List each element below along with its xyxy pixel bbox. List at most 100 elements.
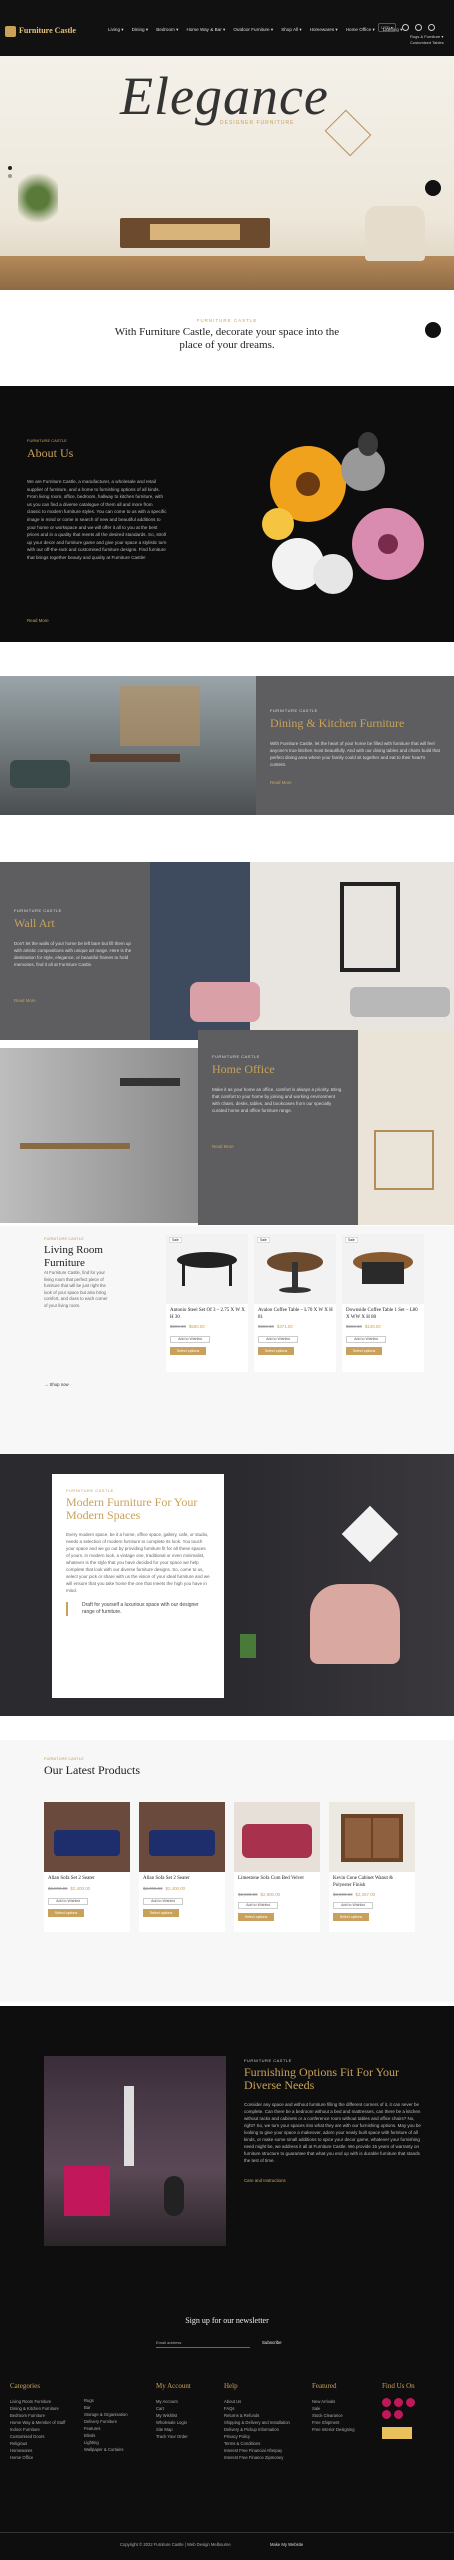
footer-link[interactable]: Rugs xyxy=(84,2397,154,2404)
select-options-button[interactable]: Select options xyxy=(143,1909,179,1917)
chat-icon[interactable] xyxy=(425,180,441,196)
product-card[interactable]: Sale Avalon Coffee Table – L70 X W X H 8… xyxy=(254,1234,336,1372)
footer-link[interactable]: Home Office xyxy=(10,2454,80,2461)
slider-dot[interactable] xyxy=(8,166,12,170)
product-image[interactable] xyxy=(342,1234,424,1304)
wishlist-button[interactable]: Add to Wishlist xyxy=(170,1336,210,1343)
footer-link[interactable]: Free Interior Designing xyxy=(312,2426,382,2433)
footer-link[interactable]: Lighting xyxy=(84,2439,154,2446)
footer-link[interactable]: Interest Free Financial Afterpay xyxy=(224,2447,300,2454)
nav-item-bedroom[interactable]: Bedroom ▾ xyxy=(156,27,178,33)
living-shop-link[interactable]: → Shop now xyxy=(44,1382,69,1387)
footer-link[interactable]: New Arrivals xyxy=(312,2398,382,2405)
footer-link[interactable]: Indoor Furniture xyxy=(10,2426,80,2433)
wishlist-button[interactable]: Add to Wishlist xyxy=(143,1898,183,1905)
footer-link[interactable]: Interest Free Finance Zipmoney xyxy=(224,2454,300,2461)
product-name[interactable]: Avalon Coffee Table – L70 X W X H 81 xyxy=(258,1308,334,1321)
footer-link[interactable]: Dining & Kitchen Furniture xyxy=(10,2405,80,2412)
nav-item-shop-all[interactable]: Shop All ▾ xyxy=(281,27,301,33)
wishlist-button[interactable]: Add to Wishlist xyxy=(258,1336,298,1343)
footer-link[interactable]: Customised Doors xyxy=(10,2433,80,2440)
chat-icon[interactable] xyxy=(425,322,441,338)
dining-read-more-link[interactable]: Read More xyxy=(270,780,440,785)
footer-link[interactable]: Sale xyxy=(312,2405,382,2412)
footer-link[interactable]: My Account xyxy=(156,2398,226,2405)
footer-link[interactable]: Wallpaper & Curtains xyxy=(84,2446,154,2453)
nav-item-home-way[interactable]: Home Way & Bar ▾ xyxy=(186,27,225,33)
footer-link[interactable]: Terms & Conditions xyxy=(224,2440,300,2447)
footer-link[interactable]: Track Your Order xyxy=(156,2433,226,2440)
wishlist-button[interactable]: Add to Wishlist xyxy=(238,1902,278,1909)
nav-item-homewares[interactable]: Homewares ▾ xyxy=(310,27,338,33)
select-options-button[interactable]: Select options xyxy=(170,1347,206,1355)
footer-link[interactable]: Delivery & Pickup Information xyxy=(224,2426,300,2433)
footer-link[interactable]: Shipping & Delivery and Installation xyxy=(224,2419,300,2426)
product-image[interactable] xyxy=(166,1234,248,1304)
product-name[interactable]: Kevin Cone Cabinet Wanut & Polyester Fin… xyxy=(333,1876,409,1889)
product-image[interactable] xyxy=(254,1234,336,1304)
footer-link[interactable]: Wholesale Login xyxy=(156,2419,226,2426)
footer-link[interactable]: Living Room Furniture xyxy=(10,2398,80,2405)
footer-link[interactable]: Free Shipment xyxy=(312,2419,382,2426)
footer-link[interactable]: Returns & Refunds xyxy=(224,2412,300,2419)
wishlist-button[interactable]: Add to Wishlist xyxy=(48,1898,88,1905)
product-card[interactable]: Kevin Cone Cabinet Wanut & Polyester Fin… xyxy=(329,1802,415,1932)
product-image[interactable] xyxy=(44,1802,130,1872)
product-card[interactable]: Limestone Sofa Cum Bed Velvet $3,500.00 $… xyxy=(234,1802,320,1932)
footer-link[interactable]: My Wishlist xyxy=(156,2412,226,2419)
footer-link[interactable]: Bar xyxy=(84,2404,154,2411)
footer-link[interactable]: About Us xyxy=(224,2398,300,2405)
product-card[interactable]: Allan Sofa Set 2 Seater $3,000.00 $2,400.… xyxy=(44,1802,130,1932)
youtube-icon[interactable] xyxy=(382,2410,391,2419)
footer-link[interactable]: Home Way & Member of Staff xyxy=(10,2419,80,2426)
select-options-button[interactable]: Select options xyxy=(238,1913,274,1921)
product-name[interactable]: Allan Sofa Set 2 Seater xyxy=(143,1876,219,1883)
slider-dot[interactable] xyxy=(8,174,12,178)
office-read-more-link[interactable]: Read More xyxy=(212,1144,344,1149)
credit-link[interactable]: Make My Website xyxy=(270,2542,303,2547)
currency-select[interactable]: USD ▾ xyxy=(378,23,396,32)
pinterest-icon[interactable] xyxy=(406,2398,415,2407)
footer-link[interactable]: Privacy Policy xyxy=(224,2433,300,2440)
product-name[interactable]: Limestone Sofa Cum Bed Velvet xyxy=(238,1876,314,1883)
product-name[interactable]: Downside Coffee Table 1 Set – L80 X WW X… xyxy=(346,1308,422,1321)
logo-icon[interactable] xyxy=(5,26,16,37)
nav-item-living[interactable]: Living ▾ xyxy=(108,27,124,33)
cart-icon[interactable] xyxy=(428,24,435,31)
nav-item-outdoor[interactable]: Outdoor Furniture ▾ xyxy=(233,27,273,33)
newsletter-email-input[interactable]: Email address xyxy=(156,2338,250,2348)
care-instructions-link[interactable]: Care and Instructions xyxy=(244,2178,424,2183)
select-options-button[interactable]: Select options xyxy=(346,1347,382,1355)
linkedin-icon[interactable] xyxy=(394,2410,403,2419)
search-icon[interactable] xyxy=(402,24,409,31)
footer-link[interactable]: FAQs xyxy=(224,2405,300,2412)
wishlist-button[interactable]: Add to Wishlist xyxy=(346,1336,386,1343)
product-card[interactable]: Sale Antonio Steel Set Of 3 – 2.75 X W X… xyxy=(166,1234,248,1372)
wall-read-more-link[interactable]: Read More xyxy=(14,998,136,1003)
footer-link[interactable]: Religious xyxy=(10,2440,80,2447)
wishlist-button[interactable]: Add to Wishlist xyxy=(333,1902,373,1909)
footer-link[interactable]: Delivery Furniture xyxy=(84,2418,154,2425)
account-icon[interactable] xyxy=(415,24,422,31)
nav-item-customised-tables[interactable]: Customised Tables xyxy=(410,40,454,46)
select-options-button[interactable]: Select options xyxy=(258,1347,294,1355)
footer-link[interactable]: Homewares xyxy=(10,2447,80,2454)
product-card[interactable]: Allan Sofa Set 2 Seater $3,000.00 $2,400.… xyxy=(139,1802,225,1932)
facebook-icon[interactable] xyxy=(382,2398,391,2407)
footer-link[interactable]: Bedroom Furniture xyxy=(10,2412,80,2419)
select-options-button[interactable]: Select options xyxy=(48,1909,84,1917)
product-name[interactable]: Antonio Steel Set Of 3 – 2.75 X W X H 30 xyxy=(170,1308,246,1321)
subscribe-button[interactable]: Subscribe xyxy=(262,2338,298,2348)
nav-item-home-office[interactable]: Home Office ▾ xyxy=(346,27,375,33)
footer-link[interactable]: Features xyxy=(84,2425,154,2432)
footer-link[interactable]: Blinds xyxy=(84,2432,154,2439)
product-image[interactable] xyxy=(139,1802,225,1872)
nav-item-dining[interactable]: Dining ▾ xyxy=(132,27,149,33)
product-card[interactable]: Sale Downside Coffee Table 1 Set – L80 X… xyxy=(342,1234,424,1372)
product-image[interactable] xyxy=(329,1802,415,1872)
footer-link[interactable]: Cart xyxy=(156,2405,226,2412)
footer-link[interactable]: Site Map xyxy=(156,2426,226,2433)
brand-name[interactable]: Furniture Castle xyxy=(19,26,76,35)
select-options-button[interactable]: Select options xyxy=(333,1913,369,1921)
product-name[interactable]: Allan Sofa Set 2 Seater xyxy=(48,1876,124,1883)
